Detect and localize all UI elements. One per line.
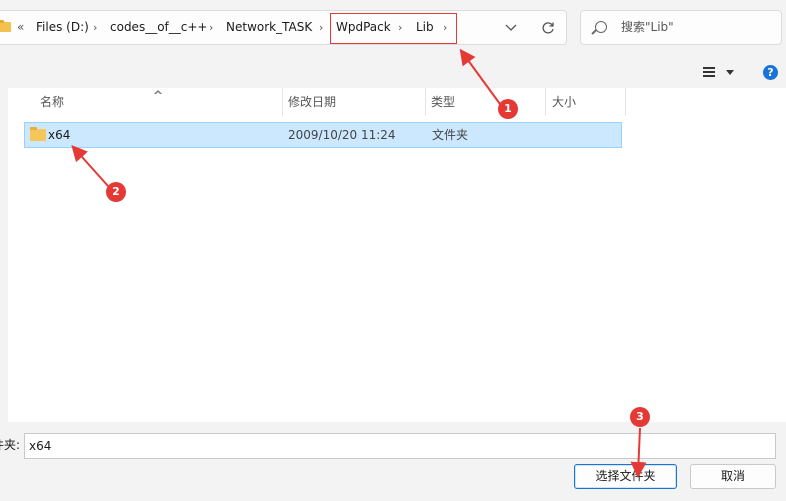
chevron-right-icon[interactable]: › <box>319 11 323 44</box>
view-options-icon[interactable] <box>703 67 715 77</box>
chevron-right-icon[interactable]: › <box>398 11 402 44</box>
breadcrumb-wpdpack[interactable]: WpdPack <box>336 11 391 44</box>
column-divider[interactable] <box>625 88 626 116</box>
sort-ascending-icon <box>154 90 162 95</box>
file-date: 2009/10/20 11:24 <box>288 128 396 142</box>
breadcrumb-network-task[interactable]: Network_TASK <box>226 11 312 44</box>
chevron-down-icon[interactable] <box>505 24 517 32</box>
chevron-right-icon[interactable]: › <box>443 11 447 44</box>
search-input[interactable]: 搜索"Lib" <box>580 10 782 45</box>
column-header-type[interactable]: 类型 <box>431 88 455 116</box>
breadcrumb-overflow[interactable]: « <box>17 11 24 44</box>
select-folder-button[interactable]: 选择文件夹 <box>574 464 677 489</box>
chevron-right-icon[interactable]: › <box>93 11 97 44</box>
column-divider[interactable] <box>282 88 283 116</box>
file-list-pane[interactable]: 名称 修改日期 类型 大小 x64 2009/10/20 11:24 文件夹 <box>8 88 786 422</box>
address-bar[interactable]: « Files (D:) › codes__of__c++ › Network_… <box>0 10 567 45</box>
breadcrumb-files-d[interactable]: Files (D:) <box>36 11 89 44</box>
refresh-icon[interactable] <box>541 21 555 35</box>
view-dropdown-icon[interactable] <box>726 70 734 75</box>
column-divider[interactable] <box>545 88 546 116</box>
column-header-date[interactable]: 修改日期 <box>288 88 336 116</box>
file-row-x64[interactable]: x64 2009/10/20 11:24 文件夹 <box>24 122 622 148</box>
folder-name-input[interactable]: x64 <box>24 433 776 459</box>
folder-label: 件夹: <box>0 438 21 452</box>
breadcrumb-codes[interactable]: codes__of__c++ <box>110 11 207 44</box>
file-type: 文件夹 <box>432 128 469 142</box>
help-icon[interactable]: ? <box>763 65 778 80</box>
search-placeholder: 搜索"Lib" <box>621 20 674 34</box>
annotation-badge-1: 1 <box>498 99 518 119</box>
chevron-right-icon[interactable]: › <box>209 11 213 44</box>
cancel-button[interactable]: 取消 <box>690 464 776 489</box>
column-header-size[interactable]: 大小 <box>552 88 576 116</box>
search-icon <box>595 21 607 33</box>
column-divider[interactable] <box>425 88 426 116</box>
folder-icon <box>0 20 11 32</box>
file-name: x64 <box>48 128 71 142</box>
annotation-badge-3: 3 <box>630 407 650 427</box>
column-header-name[interactable]: 名称 <box>40 88 64 116</box>
annotation-badge-2: 2 <box>106 182 126 202</box>
breadcrumb-lib[interactable]: Lib <box>416 11 434 44</box>
folder-icon <box>30 127 46 141</box>
